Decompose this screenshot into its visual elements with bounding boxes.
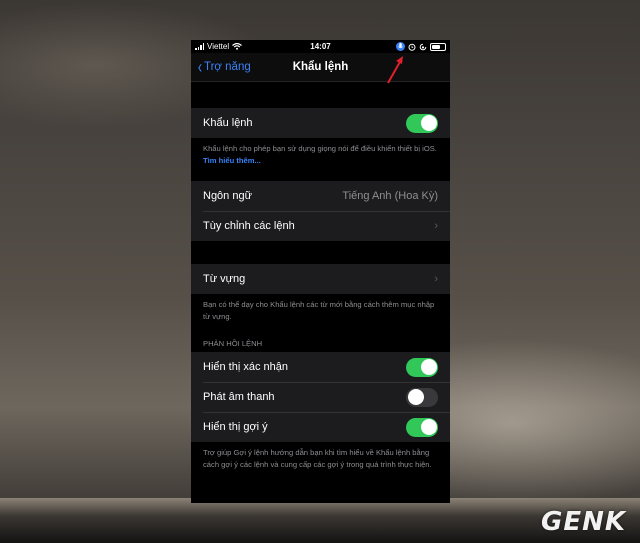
battery-icon	[430, 42, 446, 51]
learn-more-link[interactable]: Tìm hiểu thêm...	[203, 156, 261, 165]
vocabulary-row[interactable]: Từ vựng ›	[191, 264, 450, 294]
navigation-bar: ‹ Trợ năng Khẩu lệnh	[191, 53, 450, 82]
vocabulary-label: Từ vựng	[203, 273, 246, 285]
genk-watermark-logo: GENK	[540, 507, 626, 537]
vocabulary-footer: Bạn có thể dạy cho Khẩu lệnh các từ mới …	[203, 300, 435, 321]
chevron-right-icon: ›	[434, 273, 438, 285]
show-confirmation-toggle[interactable]	[406, 357, 438, 377]
chevron-right-icon: ›	[434, 220, 438, 232]
status-right	[396, 42, 446, 51]
section-spacer	[191, 330, 450, 338]
show-confirmation-label: Hiển thị xác nhận	[203, 361, 288, 373]
language-label: Ngôn ngữ	[203, 190, 252, 202]
command-feedback-footer: Trợ giúp Gợi ý lệnh hướng dẫn bạn khi tì…	[203, 448, 432, 469]
section-spacer	[191, 82, 450, 108]
play-sound-row: Phát âm thanh	[191, 382, 450, 412]
customize-commands-row[interactable]: Tùy chỉnh các lệnh ›	[191, 211, 450, 241]
play-sound-toggle[interactable]	[406, 387, 438, 407]
show-hints-toggle[interactable]	[406, 417, 438, 437]
lock-rotation-icon	[419, 43, 427, 50]
play-sound-label: Phát âm thanh	[203, 391, 275, 403]
customize-commands-label: Tùy chỉnh các lệnh	[203, 220, 295, 232]
wifi-icon	[232, 43, 242, 50]
annotation-arrow-icon	[387, 56, 403, 84]
show-hints-row: Hiển thị gợi ý	[191, 412, 450, 442]
language-row[interactable]: Ngôn ngữ Tiếng Anh (Hoa Kỳ)	[191, 181, 450, 211]
show-confirmation-row: Hiển thị xác nhận	[191, 352, 450, 382]
signal-icon	[195, 43, 204, 50]
phone-screen: Viettel 14:07 ‹ Trợ năng Khẩu lệnh Khẩu …	[191, 40, 450, 503]
voice-control-toggle[interactable]	[406, 113, 438, 133]
back-button[interactable]: ‹ Trợ năng	[191, 58, 251, 76]
alarm-icon	[408, 43, 416, 51]
language-value: Tiếng Anh (Hoa Kỳ)	[342, 190, 438, 202]
voice-control-label: Khẩu lệnh	[203, 117, 253, 129]
mic-status-icon	[396, 42, 405, 51]
status-bar: Viettel 14:07	[191, 40, 450, 53]
voice-control-row: Khẩu lệnh	[191, 108, 450, 138]
carrier-label: Viettel	[207, 42, 230, 51]
command-feedback-header: PHẢN HỒI LỆNH	[203, 339, 263, 348]
status-left: Viettel	[195, 42, 242, 51]
section-spacer	[191, 241, 450, 264]
show-hints-label: Hiển thị gợi ý	[203, 421, 268, 433]
voice-control-footer: Khẩu lệnh cho phép bạn sử dụng giọng nói…	[191, 138, 450, 181]
chevron-left-icon: ‹	[197, 57, 203, 77]
back-button-label: Trợ năng	[204, 61, 251, 73]
voice-control-description: Khẩu lệnh cho phép bạn sử dụng giọng nói…	[203, 144, 437, 153]
